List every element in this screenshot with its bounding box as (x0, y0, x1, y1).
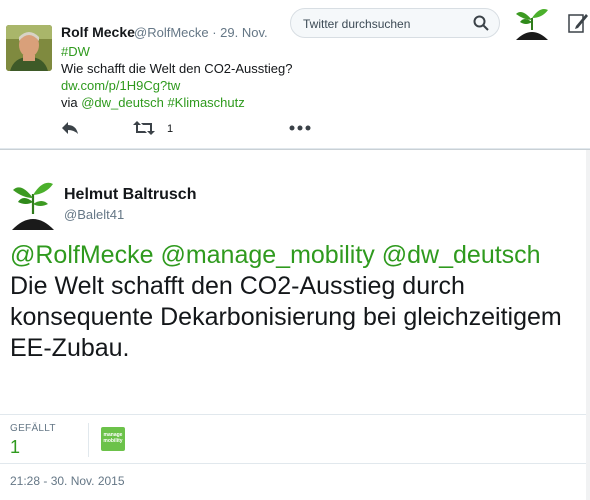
liker-avatar[interactable]: manage mobility (101, 427, 125, 451)
via-mention-link[interactable]: @dw_deutsch (81, 95, 164, 110)
more-icon[interactable] (289, 120, 311, 141)
author-handle[interactable]: @Balelt41 (64, 207, 124, 222)
mention-link[interactable]: @RolfMecke (10, 241, 153, 269)
divider (0, 149, 590, 150)
search-icon[interactable] (473, 15, 489, 36)
search-input[interactable]: Twitter durchsuchen (290, 8, 500, 38)
avatar[interactable] (6, 25, 52, 71)
tweet-stats: GEFÄLLT 1 manage mobility (0, 414, 590, 464)
article-link[interactable]: dw.com/p/1H9Cg?tw (61, 77, 180, 94)
search-placeholder: Twitter durchsuchen (303, 17, 411, 31)
tweet-text: Wie schafft die Welt den CO2-Ausstieg? (61, 61, 293, 76)
via-prefix: via (61, 95, 82, 110)
tweet-body: Die Welt schafft den CO2-Ausstieg durch … (10, 272, 562, 362)
retweet-icon[interactable] (133, 120, 155, 141)
via-line: via @dw_deutsch #Klimaschutz (61, 94, 245, 111)
likes-count[interactable]: 1 (10, 437, 20, 458)
hashtag-link[interactable]: #DW (61, 43, 90, 60)
retweet-count: 1 (167, 123, 174, 135)
reply-icon[interactable] (61, 120, 79, 141)
plant-logo-icon[interactable] (512, 4, 552, 40)
tweet-actions: 1 (61, 120, 361, 140)
author-handle-date[interactable]: @RolfMecke · 29. Nov. (134, 25, 268, 40)
author-name[interactable]: Helmut Baltrusch (64, 186, 196, 204)
divider (88, 423, 89, 457)
liker-avatar-text: manage mobility (103, 432, 123, 444)
mention-link[interactable]: @manage_mobility (160, 241, 374, 269)
timestamp[interactable]: 21:28 - 30. Nov. 2015 (10, 474, 125, 488)
tweet-text: @RolfMecke @manage_mobility @dw_deutsch … (10, 240, 585, 364)
compose-icon[interactable] (568, 12, 588, 39)
via-hashtag-link[interactable]: #Klimaschutz (167, 95, 244, 110)
avatar[interactable] (10, 176, 56, 230)
author-name[interactable]: Rolf Mecke (61, 24, 135, 40)
page-edge (586, 150, 590, 500)
likes-label: GEFÄLLT (10, 423, 56, 434)
mention-link[interactable]: @dw_deutsch (382, 241, 541, 269)
